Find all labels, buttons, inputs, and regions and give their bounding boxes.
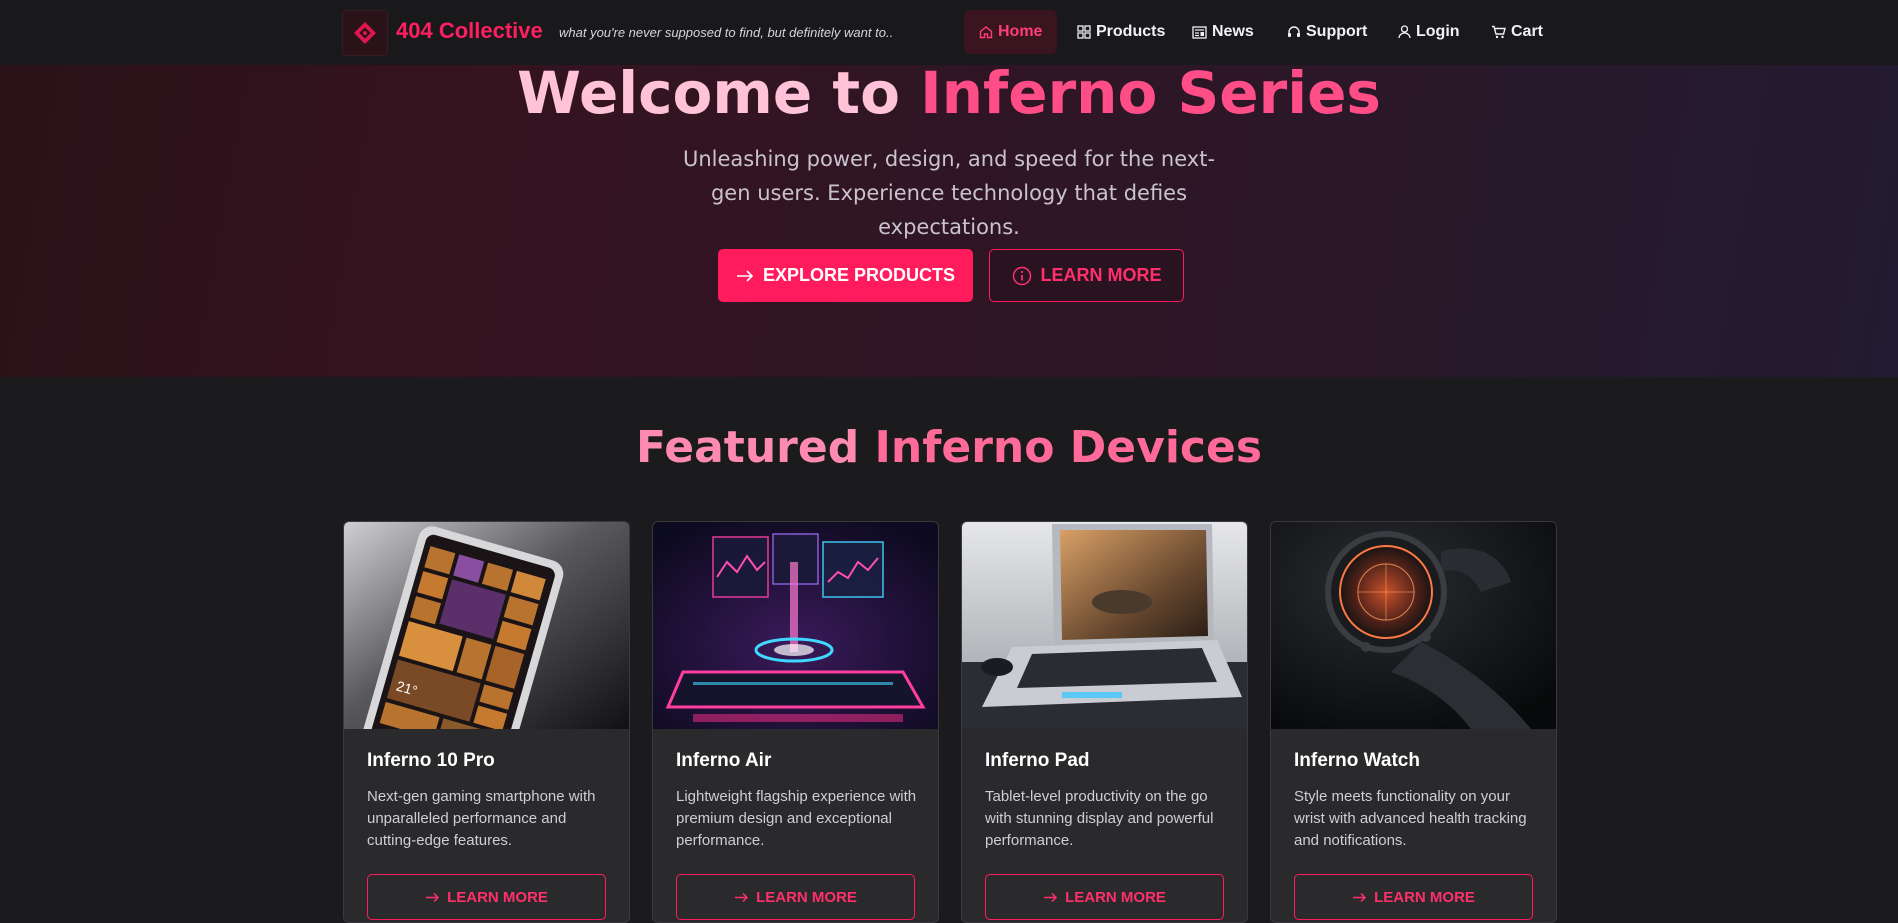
user-icon: [1398, 25, 1411, 39]
hero-section: Welcome to Inferno Series Unleashing pow…: [0, 59, 1898, 377]
card-title: Inferno Pad: [985, 750, 1090, 771]
learn-more-button[interactable]: LEARN MORE: [367, 874, 606, 920]
explore-products-label: EXPLORE PRODUCTS: [762, 265, 956, 285]
cart-icon: [1492, 25, 1506, 39]
nav-cart-label: Cart: [1511, 23, 1544, 40]
nav-support[interactable]: Support: [1287, 10, 1367, 54]
arrow-right-icon: [1353, 892, 1367, 902]
card-title: Inferno 10 Pro: [367, 750, 495, 771]
info-icon: [1012, 266, 1031, 285]
nav-home[interactable]: Home: [964, 10, 1058, 54]
nav-news-label: News: [1212, 23, 1254, 40]
hero-learn-more-button[interactable]: LEARN MORE: [989, 249, 1184, 302]
learn-more-button[interactable]: LEARN MORE: [985, 874, 1224, 920]
learn-more-label: LEARN MORE: [447, 888, 548, 906]
arrow-right-icon: [426, 892, 440, 902]
newspaper-icon: [1192, 25, 1207, 39]
card-description: Tablet-level productivity on the go with…: [985, 788, 1214, 849]
home-icon: [979, 26, 993, 39]
headset-icon: [1288, 26, 1300, 37]
nav-support-label: Support: [1306, 23, 1368, 40]
card-description: Lightweight flagship experience with pre…: [676, 788, 917, 849]
nav-cart[interactable]: Cart: [1491, 10, 1543, 54]
brand-name[interactable]: 404 Collective: [396, 18, 543, 44]
nav-products-label: Products: [1096, 23, 1166, 40]
arrow-right-icon: [735, 892, 749, 902]
brand-logo[interactable]: [342, 10, 388, 56]
learn-more-label: LEARN MORE: [756, 888, 857, 906]
product-card: Inferno Pad Tablet-level productivity on…: [961, 521, 1248, 923]
navbar: 404 Collective what you're never suppose…: [0, 0, 1898, 65]
hero-title: Welcome to Inferno Series: [0, 57, 1898, 129]
hero-title-part1: Welcome to: [517, 59, 921, 127]
learn-more-button[interactable]: LEARN MORE: [1294, 874, 1533, 920]
arrow-right-icon: [736, 269, 754, 282]
smartphone-image[interactable]: 21°: [344, 522, 629, 729]
card-description: Next-gen gaming smartphone with unparall…: [367, 788, 596, 849]
featured-title-part1: Featured: [635, 422, 875, 473]
arrow-right-icon: [1044, 892, 1058, 902]
nav-login[interactable]: Login: [1398, 10, 1460, 54]
logo-icon: [354, 22, 376, 44]
hero-title-part2: Inferno Series: [920, 59, 1381, 127]
card-title: Inferno Watch: [1294, 750, 1420, 771]
card-title: Inferno Air: [676, 750, 772, 771]
featured-title-part2: Inferno Devices: [874, 422, 1263, 473]
learn-more-label: LEARN MORE: [1065, 888, 1166, 906]
card-description: Style meets functionality on your wrist …: [1294, 788, 1527, 849]
brand-tagline: what you're never supposed to find, but …: [559, 25, 894, 40]
nav-products[interactable]: Products: [1077, 10, 1165, 54]
explore-products-button[interactable]: EXPLORE PRODUCTS: [718, 249, 973, 302]
grid-icon: [1077, 25, 1091, 39]
learn-more-button[interactable]: LEARN MORE: [676, 874, 915, 920]
learn-more-label: LEARN MORE: [1374, 888, 1475, 906]
laptop-image[interactable]: [962, 522, 1247, 729]
product-card: Inferno Watch Style meets functionality …: [1270, 521, 1557, 923]
hero-subtitle: Unleashing power, design, and speed for …: [682, 147, 1216, 239]
nav-news[interactable]: News: [1192, 10, 1254, 54]
holographic-phone-image[interactable]: [653, 522, 938, 729]
featured-title: Featured Inferno Devices: [0, 422, 1898, 473]
smartwatch-image[interactable]: [1271, 522, 1556, 729]
nav-home-label: Home: [998, 23, 1043, 40]
product-card: 21° Inferno 10 Pro Next-gen gaming smart…: [343, 521, 630, 923]
hero-learn-more-label: LEARN MORE: [1040, 265, 1162, 285]
product-card: Inferno Air Lightweight flagship experie…: [652, 521, 939, 923]
nav-login-label: Login: [1416, 23, 1460, 40]
